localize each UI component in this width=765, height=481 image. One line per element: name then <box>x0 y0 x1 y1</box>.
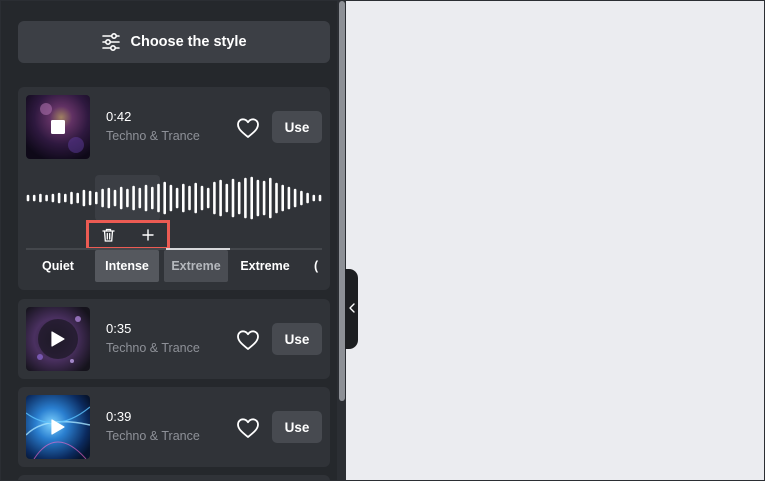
intensity-option-quiet[interactable]: Quiet <box>26 250 90 282</box>
intensity-option-extreme[interactable]: Extreme <box>233 250 297 282</box>
intensity-option-intense[interactable]: Intense <box>95 250 159 282</box>
track-duration: 0:39 <box>106 409 132 424</box>
play-icon[interactable] <box>51 331 65 347</box>
sliders-icon <box>101 33 121 51</box>
editor-window: Choose the style 0:42 Techno & Trance Us… <box>0 0 765 481</box>
use-button[interactable]: Use <box>272 323 322 355</box>
trash-icon[interactable] <box>98 224 120 246</box>
track-card: 0:35 Techno & Trance Use <box>18 299 330 379</box>
track-card: 0:39 Techno & Trance Use <box>18 387 330 467</box>
music-panel: Choose the style 0:42 Techno & Trance Us… <box>1 1 346 480</box>
intensity-option-extreme-hover[interactable]: Extreme <box>164 250 228 282</box>
track-thumbnail[interactable] <box>26 395 90 459</box>
waveform[interactable] <box>18 173 330 223</box>
heart-outline-icon[interactable] <box>236 329 260 351</box>
choose-style-label: Choose the style <box>130 34 247 50</box>
use-button[interactable]: Use <box>272 411 322 443</box>
intensity-options: Quiet Intense Extreme Extreme ( <box>18 250 330 283</box>
heart-outline-icon[interactable] <box>236 417 260 439</box>
choose-style-button[interactable]: Choose the style <box>18 21 330 63</box>
plus-icon[interactable] <box>137 224 159 246</box>
track-card-partial <box>18 475 330 480</box>
track-genre: Techno & Trance <box>106 429 200 443</box>
use-button[interactable]: Use <box>272 111 322 143</box>
chevron-left-icon <box>348 302 355 316</box>
intensity-option-overflow[interactable]: ( <box>314 250 330 282</box>
track-thumbnail[interactable] <box>26 307 90 371</box>
stop-icon[interactable] <box>51 120 65 134</box>
design-canvas[interactable] <box>358 1 764 480</box>
collapse-panel-button[interactable] <box>345 269 358 349</box>
track-thumbnail[interactable] <box>26 95 90 159</box>
heart-outline-icon[interactable] <box>236 117 260 139</box>
track-duration: 0:35 <box>106 321 132 336</box>
track-duration: 0:42 <box>106 109 132 124</box>
play-icon[interactable] <box>51 419 65 435</box>
segment-tools <box>86 220 170 250</box>
track-genre: Techno & Trance <box>106 341 200 355</box>
track-card: 0:42 Techno & Trance Use Quiet Intense E… <box>18 87 330 290</box>
track-genre: Techno & Trance <box>106 129 200 143</box>
